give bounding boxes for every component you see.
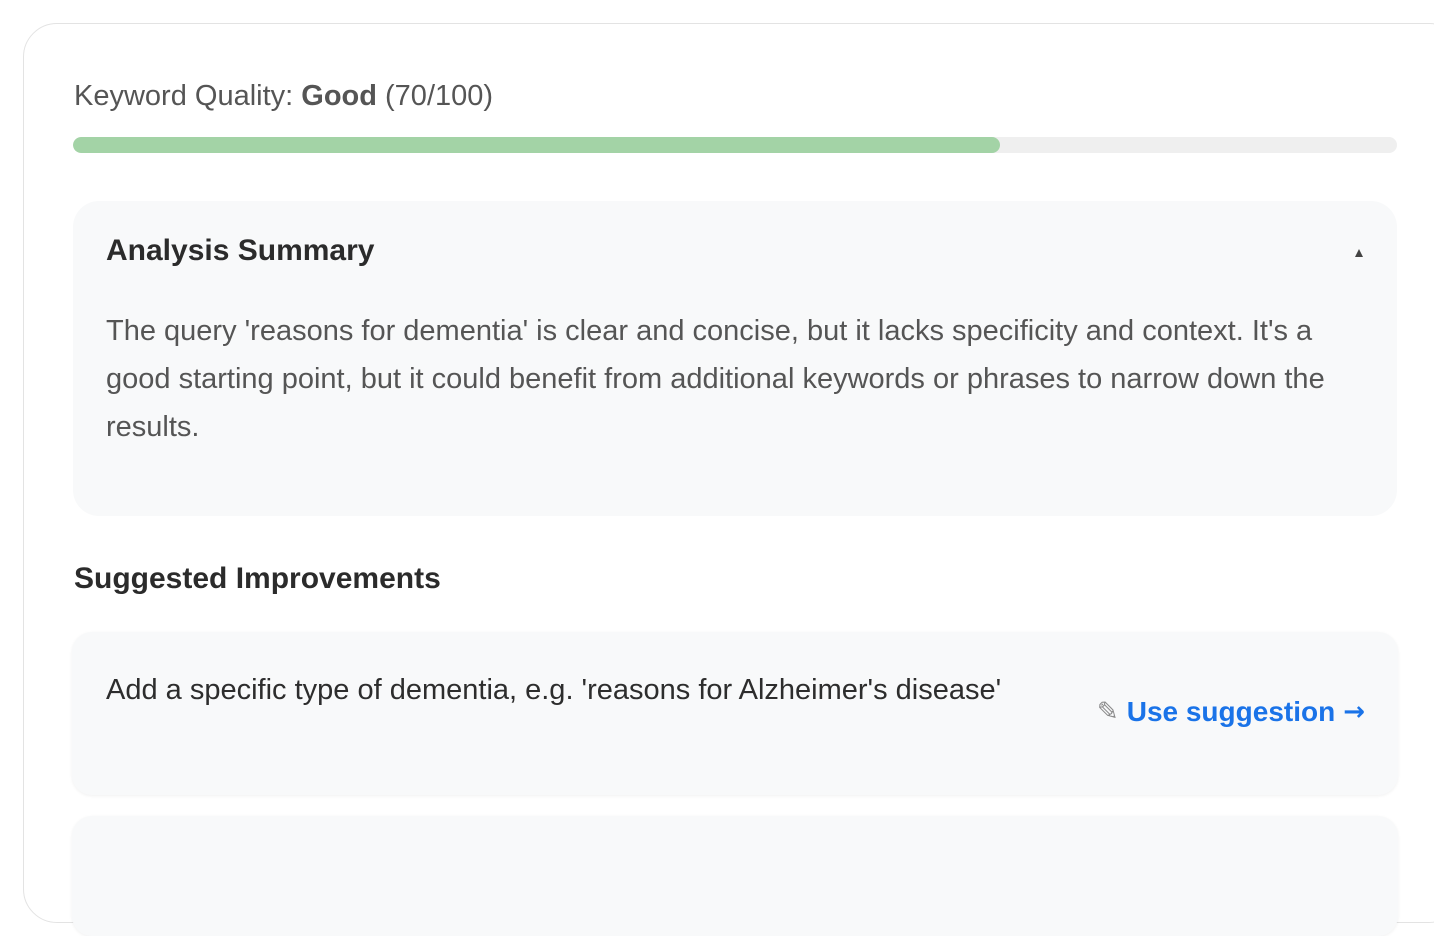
pencil-icon: ✎	[1096, 697, 1119, 727]
analysis-summary-title: Analysis Summary	[106, 234, 375, 267]
suggestion-card	[72, 816, 1398, 936]
collapse-toggle-button[interactable]	[1347, 241, 1371, 265]
keyword-quality-progress-fill	[73, 137, 1000, 153]
analysis-summary-panel: Analysis Summary The query 'reasons for …	[73, 201, 1397, 516]
triangle-up-icon	[1355, 249, 1363, 257]
keyword-quality-rating: Good	[301, 80, 377, 112]
analysis-summary-text: The query 'reasons for dementia' is clea…	[106, 315, 1325, 443]
keyword-quality-label: Keyword Quality:	[74, 80, 302, 112]
suggestion-card: Add a specific type of dementia, e.g. 'r…	[72, 632, 1398, 795]
use-suggestion-label: Use suggestion	[1126, 696, 1336, 727]
suggestion-text: Add a specific type of dementia, e.g. 'r…	[106, 674, 1002, 706]
keyword-quality-line: Keyword Quality: Good (70/100)	[74, 80, 493, 113]
suggested-improvements-heading: Suggested Improvements	[74, 562, 441, 595]
keyword-quality-progress-bar	[73, 137, 1397, 153]
keyword-quality-score: (70/100)	[376, 80, 494, 112]
arrow-right-icon: →	[1343, 697, 1365, 727]
use-suggestion-button[interactable]: ✎ Use suggestion →	[1097, 696, 1365, 728]
